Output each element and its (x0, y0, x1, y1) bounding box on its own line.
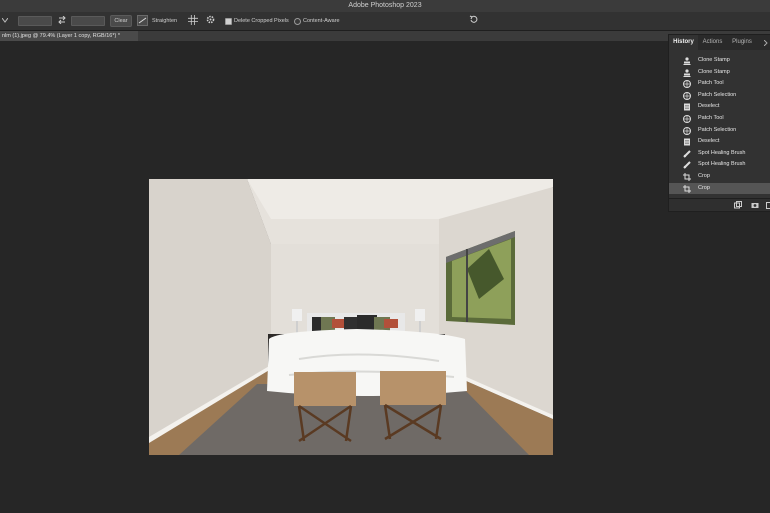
document-icon (683, 103, 691, 111)
tab-actions[interactable]: Actions (698, 35, 727, 50)
history-panel: History Actions Plugins Clone Stamp Clone… (668, 34, 770, 212)
history-state-label: Clone Stamp (698, 68, 730, 75)
healing-brush-icon (683, 150, 691, 158)
content-aware-checkbox[interactable] (294, 18, 301, 25)
history-state-row[interactable]: Patch Tool (669, 78, 770, 90)
patch-tool-icon (683, 91, 691, 100)
history-state-label: Crop (698, 184, 710, 191)
history-state-label: Deselect (698, 103, 720, 110)
swap-icon[interactable] (58, 16, 66, 24)
history-state-label: Spot Healing Brush (698, 149, 746, 156)
history-state-row[interactable]: Deselect (669, 136, 770, 148)
chevron-down-icon[interactable] (2, 18, 8, 23)
trash-icon[interactable] (766, 201, 770, 209)
tab-plugins[interactable]: Plugins (727, 35, 757, 50)
app-title: Adobe Photoshop 2023 (348, 2, 422, 9)
history-state-row[interactable]: Patch Selection (669, 90, 770, 102)
history-state-row[interactable]: Deselect (669, 101, 770, 113)
history-state-label: Crop (698, 173, 710, 179)
gear-icon[interactable] (206, 15, 215, 24)
tab-history[interactable]: History (669, 35, 698, 50)
width-field[interactable] (18, 16, 52, 26)
title-bar: Adobe Photoshop 2023 (0, 0, 770, 12)
clear-button[interactable]: Clear (110, 15, 132, 27)
straighten-label: Straighten (152, 18, 178, 24)
panel-tab-bar: History Actions Plugins (669, 35, 770, 50)
history-state-label: Spot Healing Brush (698, 161, 746, 168)
history-state-row[interactable]: Crop (669, 182, 770, 195)
canvas-image[interactable] (149, 179, 553, 455)
overlay-grid-icon[interactable] (188, 15, 198, 25)
document-tab-bar: nlm (1).jpeg @ 79.4% (Layer 1 copy, RGB/… (0, 31, 770, 41)
collapse-icon[interactable] (764, 40, 769, 46)
history-state-row[interactable]: Clone Stamp (669, 67, 770, 79)
patch-tool-icon (683, 126, 691, 135)
history-state-row[interactable]: Spot Healing Brush (669, 148, 770, 160)
history-state-label: Deselect (698, 138, 720, 145)
history-panel-footer (669, 198, 770, 211)
healing-brush-icon (683, 161, 691, 170)
history-state-row[interactable]: Spot Healing Brush (669, 159, 770, 171)
reset-icon[interactable] (469, 15, 478, 24)
history-state-row[interactable]: Patch Tool (669, 113, 770, 125)
history-state-row[interactable]: Patch Selection (669, 125, 770, 137)
new-document-from-state-icon[interactable] (734, 201, 742, 209)
history-state-row[interactable]: Clone Stamp (669, 55, 770, 67)
clear-label: Clear (114, 18, 128, 24)
document-icon (683, 138, 691, 146)
history-state-label: Clone Stamp (698, 57, 730, 63)
history-state-label: Patch Selection (698, 91, 737, 98)
bedroom-photo (149, 179, 553, 455)
clone-stamp-icon (683, 57, 691, 65)
crop-icon (683, 184, 691, 193)
history-state-label: Patch Tool (698, 115, 724, 121)
patch-tool-icon (683, 80, 691, 89)
content-aware-label: Content-Aware (303, 18, 340, 24)
delete-cropped-checkbox[interactable] (225, 18, 232, 25)
history-state-row[interactable]: Crop (669, 171, 770, 183)
history-state-label: Patch Tool (698, 80, 724, 87)
document-tab[interactable]: nlm (1).jpeg @ 79.4% (Layer 1 copy, RGB/… (0, 31, 138, 41)
camera-icon[interactable] (751, 201, 759, 209)
tool-options-bar: Clear Straighten Delete Cropped Pixels C… (0, 12, 770, 31)
history-state-label: Patch Selection (698, 126, 737, 133)
clone-stamp-icon (683, 68, 691, 77)
crop-icon (683, 173, 691, 181)
patch-tool-icon (683, 115, 691, 123)
straighten-icon[interactable] (137, 15, 148, 26)
delete-cropped-label: Delete Cropped Pixels (234, 18, 289, 24)
height-field[interactable] (71, 16, 105, 26)
